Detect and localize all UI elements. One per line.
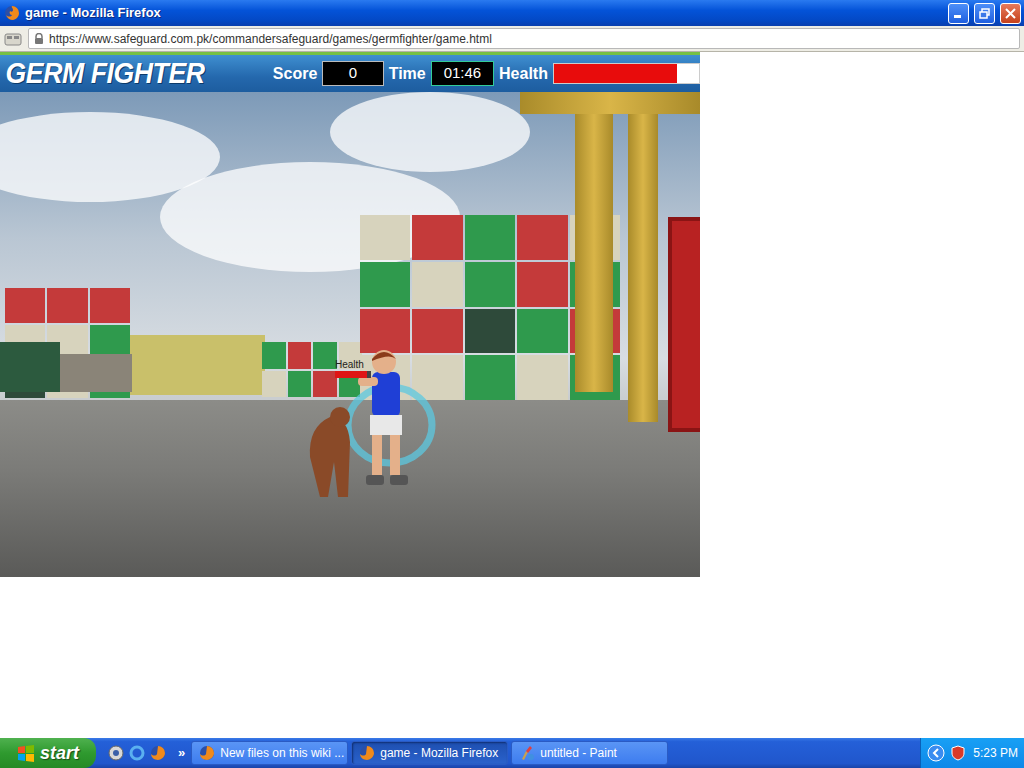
clock: 5:23 PM xyxy=(973,744,1018,762)
page-content: GERM FIGHTER Score 0 Time 01:46 Health xyxy=(0,52,1024,738)
url-text[interactable]: https://www.safeguard.com.pk/commandersa… xyxy=(49,30,492,48)
truck-cab xyxy=(60,354,132,392)
restore-icon[interactable] xyxy=(974,3,995,24)
shield-icon[interactable] xyxy=(951,745,965,761)
health-bar xyxy=(553,63,700,84)
task-label[interactable]: game - Mozilla Firefox xyxy=(380,744,498,762)
game-title: GERM FIGHTER xyxy=(0,52,246,95)
browser-icon xyxy=(199,745,215,761)
start-button[interactable]: start xyxy=(0,738,96,768)
browser-icon[interactable] xyxy=(108,745,124,761)
paint-icon xyxy=(519,745,535,761)
score-value: 0 xyxy=(322,61,383,86)
game-header: GERM FIGHTER Score 0 Time 01:46 Health xyxy=(0,52,700,92)
address-bar[interactable]: https://www.safeguard.com.pk/commandersa… xyxy=(28,28,1020,49)
firefox-icon xyxy=(4,5,20,21)
health-fill xyxy=(554,64,677,83)
taskbar: start » New files on this wiki ... game -… xyxy=(0,738,1024,768)
navigation-bar: https://www.safeguard.com.pk/commandersa… xyxy=(0,26,1024,52)
expand-icon[interactable] xyxy=(927,744,945,762)
window-title: game - Mozilla Firefox xyxy=(25,3,943,23)
system-tray: 5:23 PM xyxy=(920,738,1024,768)
game-frame: GERM FIGHTER Score 0 Time 01:46 Health xyxy=(0,52,700,577)
red-tower xyxy=(668,217,700,432)
task-button[interactable]: game - Mozilla Firefox xyxy=(351,741,508,765)
browser-icon xyxy=(359,745,375,761)
crane-beam xyxy=(520,92,700,114)
title-bar: game - Mozilla Firefox xyxy=(0,0,1024,26)
minimize-icon[interactable] xyxy=(948,3,969,24)
time-label: Time xyxy=(384,62,431,86)
health-label: Health xyxy=(494,62,553,86)
overflow-button[interactable]: » xyxy=(172,743,191,763)
enemy-health: Health xyxy=(335,360,371,378)
start-label[interactable]: start xyxy=(40,740,79,767)
task-label[interactable]: New files on this wiki ... xyxy=(220,744,344,762)
close-icon[interactable] xyxy=(1000,3,1021,24)
enemy-health-bar xyxy=(335,371,371,378)
truck xyxy=(0,342,60,392)
crane-leg xyxy=(575,92,613,392)
task-label[interactable]: untitled - Paint xyxy=(540,744,617,762)
quick-launch xyxy=(96,745,172,761)
warehouse xyxy=(130,335,265,395)
game-scene[interactable]: Health xyxy=(0,92,700,577)
desktop: game - Mozilla Firefox https://www.safeg… xyxy=(0,0,1024,768)
tab-groups-icon[interactable] xyxy=(4,32,22,46)
task-button[interactable]: untitled - Paint xyxy=(511,741,668,765)
time-value: 01:46 xyxy=(431,61,494,86)
windows-flag-icon xyxy=(17,744,35,762)
internet-explorer-icon[interactable] xyxy=(129,745,145,761)
firefox-icon[interactable] xyxy=(150,745,166,761)
score-label: Score xyxy=(268,62,322,86)
enemy-health-label: Health xyxy=(335,360,371,370)
enemy-health-fill xyxy=(335,371,367,378)
task-button[interactable]: New files on this wiki ... xyxy=(191,741,348,765)
task-list: New files on this wiki ... game - Mozilla… xyxy=(191,741,668,765)
crane-leg xyxy=(628,92,658,422)
lock-icon xyxy=(34,33,44,45)
